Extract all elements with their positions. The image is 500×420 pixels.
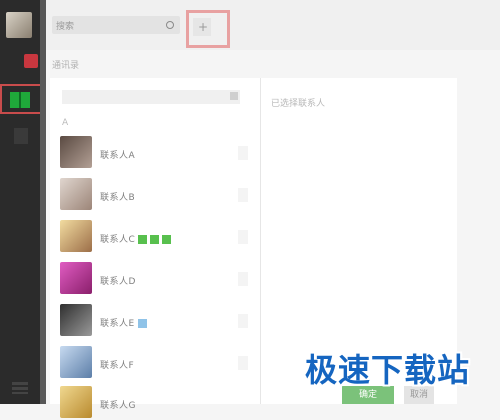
select-checkbox[interactable]: [238, 314, 248, 328]
favorites-icon[interactable]: [14, 128, 28, 144]
search-placeholder: 搜索: [56, 22, 75, 32]
badge-icon: [138, 235, 148, 244]
add-contact-button[interactable]: +: [193, 18, 211, 36]
contact-row[interactable]: 联系人D: [60, 262, 248, 296]
contact-avatar: [60, 136, 92, 168]
contact-avatar: [60, 304, 92, 336]
search-icon: [230, 92, 238, 100]
contact-name: 联系人F: [100, 361, 135, 371]
contact-avatar: [60, 220, 92, 252]
search-input[interactable]: 搜索: [52, 16, 180, 34]
select-checkbox[interactable]: [238, 272, 248, 286]
avatar[interactable]: [6, 12, 32, 38]
chat-icon[interactable]: [24, 54, 38, 68]
badge-icon: [137, 319, 147, 328]
plus-icon: +: [198, 20, 209, 34]
contact-avatar: [60, 346, 92, 378]
contact-row[interactable]: 联系人F: [60, 346, 248, 380]
contact-name: 联系人E: [100, 316, 147, 329]
contact-name: 联系人G: [100, 401, 136, 411]
watermark: 极速下载站: [305, 351, 471, 389]
select-checkbox[interactable]: [238, 146, 248, 160]
sidebar-divider: [40, 0, 46, 404]
badge-icon: [162, 235, 172, 244]
contact-list-panel: A 联系人A 联系人B 联系人C 联系人D 联系人E 联系人F 联系人G: [50, 78, 260, 418]
select-checkbox[interactable]: [238, 356, 248, 370]
contact-avatar: [60, 262, 92, 294]
contact-row[interactable]: 联系人B: [60, 178, 248, 212]
badge-icon: [150, 235, 160, 244]
menu-icon[interactable]: [12, 382, 28, 394]
section-letter: A: [62, 118, 69, 128]
contact-name: 联系人D: [100, 277, 136, 287]
contact-row[interactable]: 联系人A: [60, 136, 248, 170]
contact-row[interactable]: 联系人E: [60, 304, 248, 338]
contact-name: 联系人A: [100, 151, 136, 161]
contact-name: 联系人C: [100, 232, 172, 245]
contact-name: 联系人B: [100, 193, 136, 203]
contact-avatar: [60, 178, 92, 210]
selected-header: 已选择联系人: [271, 99, 326, 109]
contact-search-input[interactable]: [62, 90, 240, 104]
select-checkbox[interactable]: [238, 230, 248, 244]
search-icon: [166, 21, 174, 29]
contact-row[interactable]: 联系人C: [60, 220, 248, 254]
contacts-icon[interactable]: [10, 92, 30, 108]
contact-avatar: [60, 386, 92, 418]
sidebar: [0, 0, 42, 404]
select-checkbox[interactable]: [238, 188, 248, 202]
breadcrumb: 通讯录: [52, 61, 80, 71]
contact-row[interactable]: 联系人G: [60, 386, 240, 420]
